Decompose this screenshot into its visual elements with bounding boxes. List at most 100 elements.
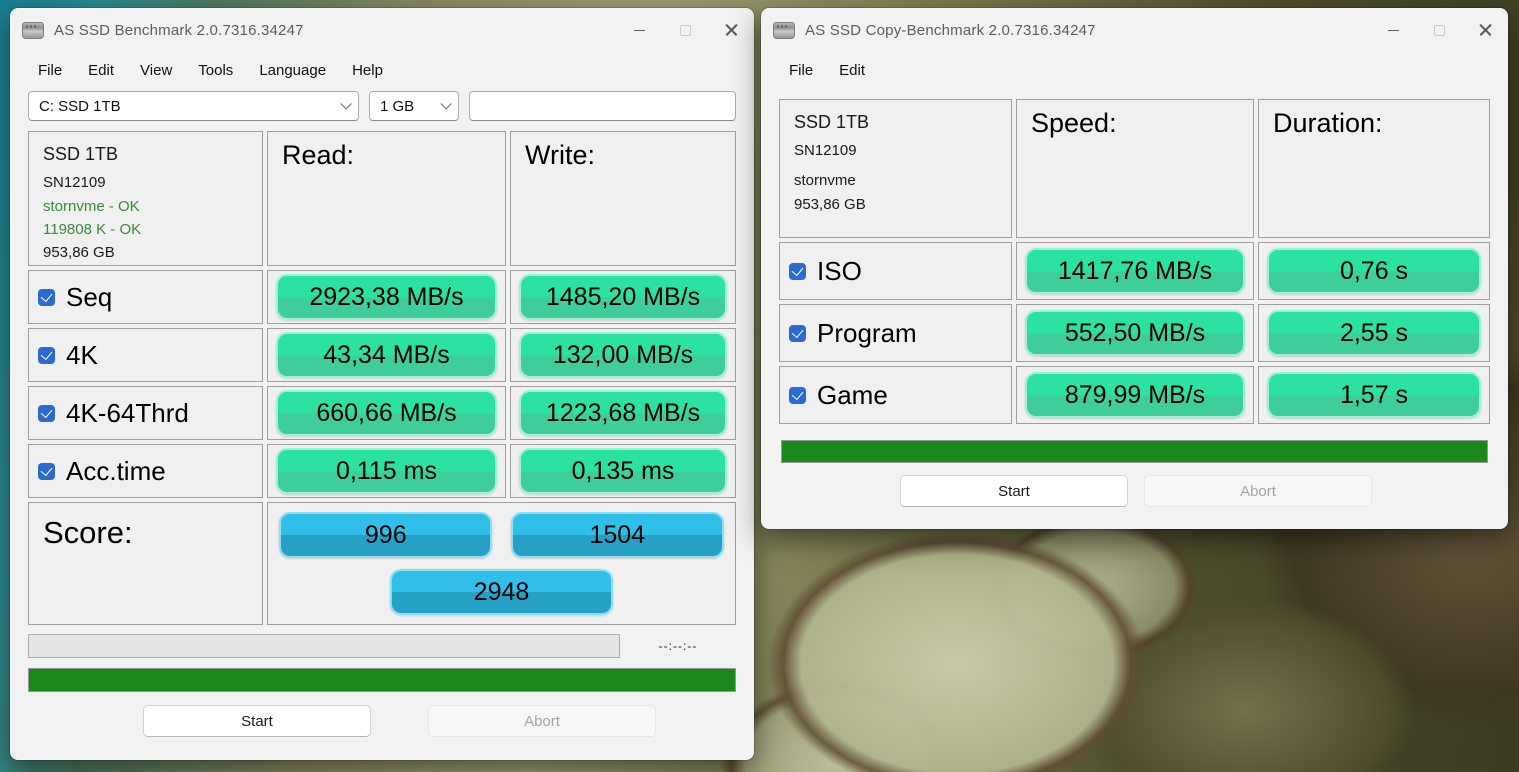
menu-edit[interactable]: Edit — [826, 57, 878, 84]
score-panel: 996 1504 2948 — [267, 502, 736, 625]
result-value: 2,55 s — [1267, 310, 1481, 356]
maximize-button[interactable] — [662, 8, 708, 52]
menu-bar: File Edit View Tools Language Help — [10, 52, 754, 89]
row-label-program: Program — [779, 304, 1012, 362]
overall-progress-bar — [781, 440, 1488, 463]
maximize-button[interactable] — [1416, 8, 1462, 52]
row-label-game: Game — [779, 366, 1012, 424]
elapsed-time: --:--:-- — [620, 639, 736, 653]
menu-help[interactable]: Help — [339, 57, 396, 84]
drive-serial: SN12109 — [794, 142, 1011, 159]
result-value: 1,57 s — [1267, 372, 1481, 418]
iso-checkbox[interactable] — [789, 263, 806, 280]
start-button[interactable]: Start — [143, 705, 371, 737]
read-column-header: Read: — [267, 131, 506, 266]
game-speed-cell: 879,99 MB/s — [1016, 366, 1254, 424]
menu-file[interactable]: File — [28, 57, 75, 84]
copy-benchmark-table: SSD 1TB SN12109 stornvme 953,86 GB Speed… — [779, 99, 1490, 424]
result-value: 0,76 s — [1267, 248, 1481, 294]
drive-model: SSD 1TB — [43, 144, 262, 165]
drive-serial: SN12109 — [43, 174, 262, 191]
row-label-text: Acc.time — [66, 456, 166, 487]
4k64-checkbox[interactable] — [38, 405, 55, 422]
drive-capacity: 953,86 GB — [43, 244, 262, 261]
chevron-down-icon — [440, 98, 451, 109]
titlebar[interactable]: AS SSD Benchmark 2.0.7316.34247 — [10, 8, 754, 52]
duration-column-header: Duration: — [1258, 99, 1490, 238]
maximize-icon — [680, 25, 691, 36]
abort-button[interactable]: Abort — [1144, 475, 1372, 507]
result-value: 1485,20 MB/s — [519, 274, 727, 320]
abort-button[interactable]: Abort — [428, 705, 656, 737]
iso-duration-cell: 0,76 s — [1258, 242, 1490, 300]
speed-column-header: Speed: — [1016, 99, 1254, 238]
4k64-read-cell: 660,66 MB/s — [267, 386, 506, 440]
game-duration-cell: 1,57 s — [1258, 366, 1490, 424]
ssd-drive-icon — [773, 22, 795, 39]
drive-select[interactable]: C: SSD 1TB — [28, 91, 359, 121]
result-value: 0,115 ms — [276, 448, 496, 494]
drive-capacity: 953,86 GB — [794, 196, 1011, 213]
drive-info-panel: SSD 1TB SN12109 stornvme 953,86 GB — [779, 99, 1012, 238]
minimize-button[interactable] — [1370, 8, 1416, 52]
4k-checkbox[interactable] — [38, 347, 55, 364]
result-value: 1223,68 MB/s — [519, 390, 727, 436]
row-label-acctime: Acc.time — [28, 444, 263, 498]
acctime-read-cell: 0,115 ms — [267, 444, 506, 498]
close-button[interactable] — [708, 8, 754, 52]
seq-write-cell: 1485,20 MB/s — [510, 270, 736, 324]
test-size-select[interactable]: 1 GB — [369, 91, 459, 121]
benchmark-window: AS SSD Benchmark 2.0.7316.34247 File Edi… — [10, 8, 754, 760]
row-label-text: ISO — [817, 256, 862, 287]
menu-bar: File Edit — [761, 52, 1508, 89]
menu-edit[interactable]: Edit — [75, 57, 127, 84]
titlebar[interactable]: AS SSD Copy-Benchmark 2.0.7316.34247 — [761, 8, 1508, 52]
4k-write-cell: 132,00 MB/s — [510, 328, 736, 382]
result-value: 1417,76 MB/s — [1025, 248, 1244, 294]
minimize-icon — [1388, 30, 1399, 31]
minimize-button[interactable] — [616, 8, 662, 52]
drive-select-value: C: SSD 1TB — [39, 98, 121, 115]
drive-info-panel: SSD 1TB SN12109 stornvme - OK 119808 K -… — [28, 131, 263, 266]
result-value: 132,00 MB/s — [519, 332, 727, 378]
close-icon — [1479, 24, 1492, 37]
write-score-value: 1504 — [511, 512, 724, 558]
row-label-4k64: 4K-64Thrd — [28, 386, 263, 440]
menu-language[interactable]: Language — [246, 57, 339, 84]
close-button[interactable] — [1462, 8, 1508, 52]
game-checkbox[interactable] — [789, 387, 806, 404]
copy-benchmark-window: AS SSD Copy-Benchmark 2.0.7316.34247 Fil… — [761, 8, 1508, 529]
test-size-value: 1 GB — [380, 98, 414, 115]
read-score-value: 996 — [279, 512, 492, 558]
write-column-header: Write: — [510, 131, 736, 266]
driver-status: stornvme - OK — [43, 198, 262, 215]
menu-tools[interactable]: Tools — [185, 57, 246, 84]
result-value: 43,34 MB/s — [276, 332, 496, 378]
row-label-text: 4K-64Thrd — [66, 398, 189, 429]
start-button[interactable]: Start — [900, 475, 1128, 507]
row-label-text: Seq — [66, 282, 112, 313]
benchmark-table: SSD 1TB SN12109 stornvme - OK 119808 K -… — [28, 131, 736, 625]
ssd-drive-icon — [22, 22, 44, 39]
acctime-checkbox[interactable] — [38, 463, 55, 480]
row-label-text: Program — [817, 318, 917, 349]
test-progress-bar — [28, 634, 620, 658]
seq-read-cell: 2923,38 MB/s — [267, 270, 506, 324]
result-value: 0,135 ms — [519, 448, 727, 494]
row-label-4k: 4K — [28, 328, 263, 382]
menu-file[interactable]: File — [779, 57, 826, 84]
close-icon — [725, 24, 738, 37]
program-speed-cell: 552,50 MB/s — [1016, 304, 1254, 362]
maximize-icon — [1434, 25, 1445, 36]
program-duration-cell: 2,55 s — [1258, 304, 1490, 362]
seq-checkbox[interactable] — [38, 289, 55, 306]
drive-model: SSD 1TB — [794, 112, 1011, 133]
menu-view[interactable]: View — [127, 57, 185, 84]
minimize-icon — [634, 30, 645, 31]
extra-input[interactable] — [469, 91, 736, 121]
chevron-down-icon — [340, 98, 351, 109]
iso-speed-cell: 1417,76 MB/s — [1016, 242, 1254, 300]
row-label-iso: ISO — [779, 242, 1012, 300]
window-title: AS SSD Benchmark 2.0.7316.34247 — [54, 22, 304, 39]
program-checkbox[interactable] — [789, 325, 806, 342]
